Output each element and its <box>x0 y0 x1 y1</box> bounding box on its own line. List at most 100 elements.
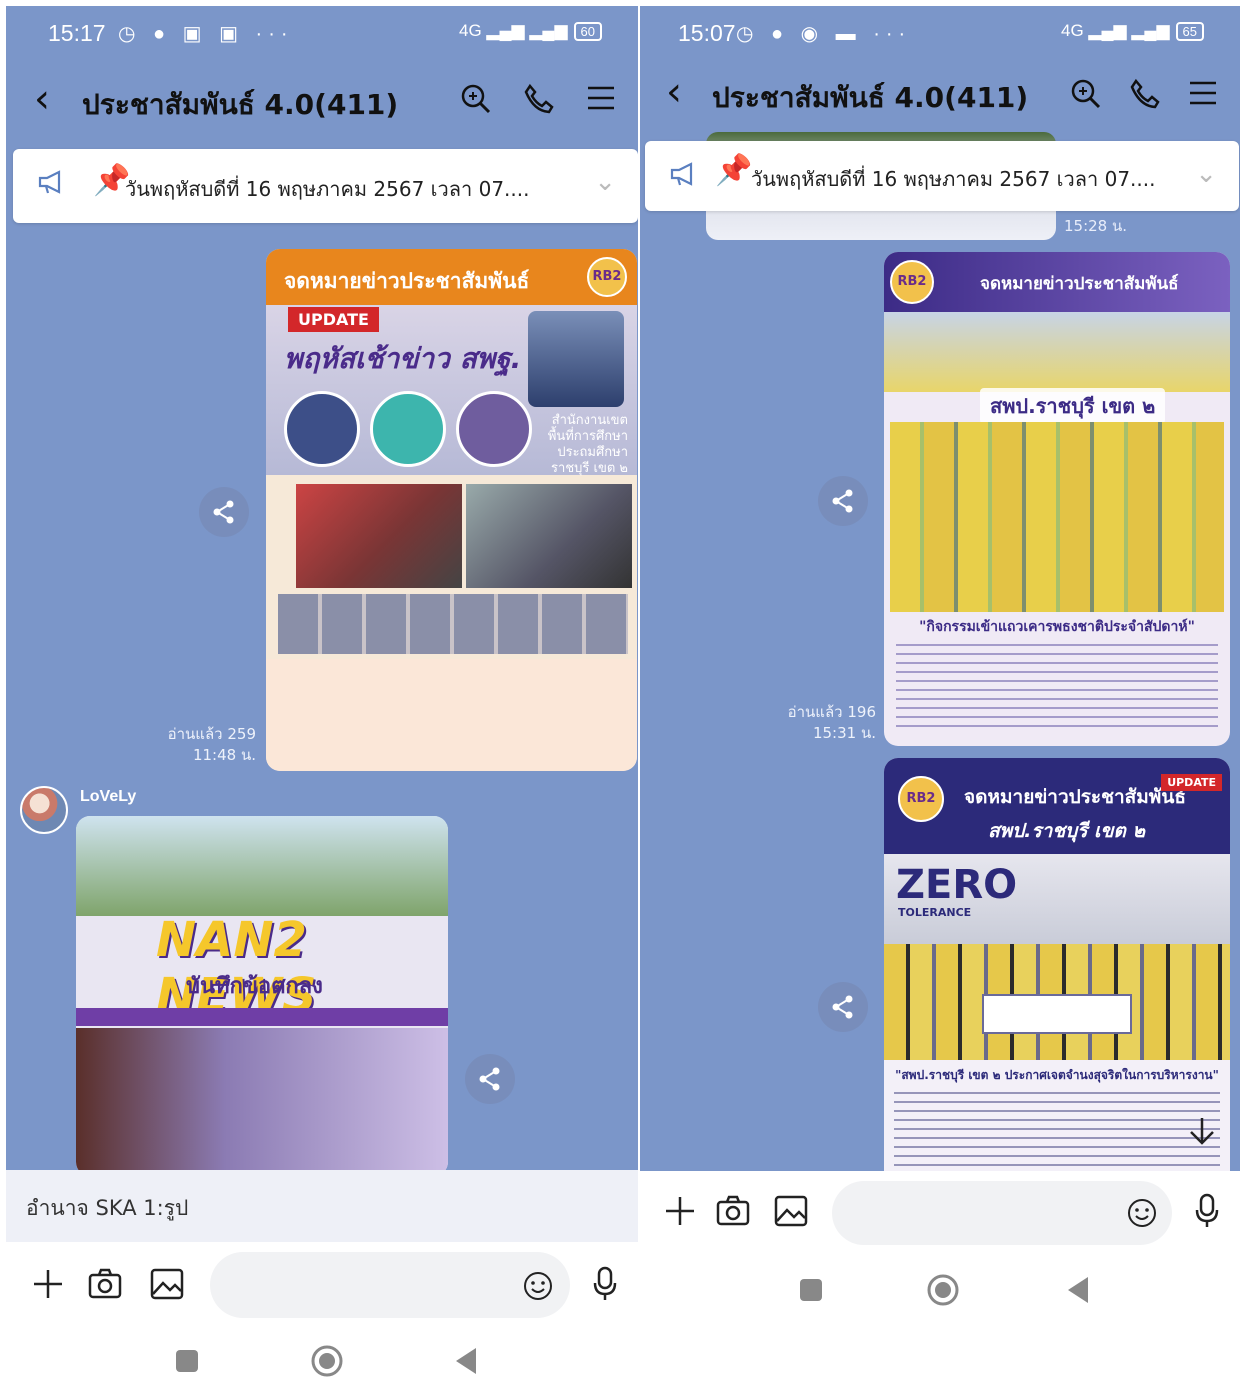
plus-icon[interactable] <box>664 1195 696 1232</box>
share-icon[interactable] <box>818 476 868 526</box>
news-image-card[interactable]: NAN2 NEWS บันทึกข้อตกลง <box>76 816 448 1176</box>
rb2-logo-icon: RB2 <box>898 776 944 822</box>
message-input-bar <box>640 1171 1240 1318</box>
message-input-bar <box>6 1242 638 1377</box>
megaphone-icon <box>37 169 67 202</box>
share-icon[interactable] <box>465 1054 515 1104</box>
share-icon[interactable] <box>199 487 249 537</box>
card-caption: "สพป.ราชบุรี เขต ๒ ประกาศเจตจำนงสุจริตใน… <box>895 1068 1219 1082</box>
message-time: 15:31 น. <box>812 724 876 742</box>
zero-logo: ZERO <box>896 862 1018 908</box>
card-heading: จดหมายข่าวประชาสัมพันธ์ <box>266 249 637 305</box>
status-time: 15:07 <box>678 20 736 46</box>
card-caption: "กิจกรรมเข้าแถวเคารพธงชาติประจำสัปดาห์" <box>919 619 1195 635</box>
pinned-announcement[interactable]: 📌 วันพฤหัสบดีที่ 16 พฤษภาคม 2567 เวลา 07… <box>13 149 638 223</box>
right-phone-screen: 15:07 ◷ ● ◉ ▬ ··· 4G ▂▄▆ ▂▄▆ 65 ‹ ประชาสั… <box>640 6 1240 1318</box>
chat-header: ‹ ประชาสัมพันธ์ 4.0(411) <box>640 58 1240 138</box>
home-icon[interactable] <box>310 1344 344 1377</box>
share-icon[interactable] <box>818 982 868 1032</box>
news-image-card[interactable]: RB2 จดหมายข่าวประชาสัมพันธ์ สพป.ราชบุรี … <box>884 252 1230 746</box>
office-name: สำนักงานเขตพื้นที่การศึกษาประถมศึกษาราชบ… <box>547 413 628 476</box>
signal-icon: 4G ▂▄▆ ▂▄▆ 60 <box>459 21 602 41</box>
tolerance-label: TOLERANCE <box>898 906 972 919</box>
back-nav-icon[interactable] <box>452 1346 478 1377</box>
card-heading: จดหมายข่าวประชาสัมพันธ์ <box>964 786 1186 808</box>
megaphone-icon <box>669 161 699 194</box>
update-badge: UPDATE <box>288 307 379 332</box>
card-heading: จดหมายข่าวประชาสัมพันธ์ <box>980 274 1179 294</box>
typing-indicator-bar: อำนาจ SKA 1:รูป <box>6 1170 638 1242</box>
meeting-photo <box>296 484 462 588</box>
sender-name: LoVeLy <box>80 788 137 805</box>
pin-icon: 📌 <box>715 153 753 188</box>
typing-indicator: อำนาจ SKA 1:รูป <box>26 1196 189 1220</box>
status-bar: 15:17 ◷ ● ▣ ▣ ··· 4G ▂▄▆ ▂▄▆ 60 <box>6 6 638 56</box>
building-photo <box>884 312 1230 392</box>
notification-icons: ◷ ● ▣ ▣ ··· <box>118 23 294 45</box>
message-input[interactable] <box>210 1252 570 1318</box>
person-photo <box>284 391 360 467</box>
person-photo <box>370 391 446 467</box>
message-time: 15:28 น. <box>1064 217 1128 235</box>
emoji-icon[interactable] <box>1126 1197 1158 1234</box>
read-receipt: อ่านแล้ว 259 11:48 น. <box>146 724 256 766</box>
rb2-logo-icon: RB2 <box>587 257 627 297</box>
card-headline: บันทึกข้อตกลง <box>186 974 323 999</box>
camera-icon[interactable] <box>88 1268 122 1305</box>
menu-icon[interactable] <box>1188 78 1218 114</box>
person-photo <box>456 391 532 467</box>
left-phone-screen: 15:17 ◷ ● ▣ ▣ ··· 4G ▂▄▆ ▂▄▆ 60 ‹ ประชาสั… <box>6 6 638 1377</box>
home-icon[interactable] <box>926 1273 960 1313</box>
read-count: อ่านแล้ว 196 <box>787 703 876 721</box>
search-icon[interactable] <box>1070 78 1102 116</box>
scroll-down-icon[interactable] <box>1188 1116 1216 1154</box>
chevron-down-icon[interactable]: ⌄ <box>1195 159 1217 189</box>
microphone-icon[interactable] <box>592 1266 618 1307</box>
pinned-announcement[interactable]: 📌 วันพฤหัสบดีที่ 16 พฤษภาคม 2567 เวลา 07… <box>645 141 1239 211</box>
chevron-down-icon[interactable]: ⌄ <box>594 167 616 197</box>
back-nav-icon[interactable] <box>1064 1275 1090 1311</box>
pinned-text: วันพฤหัสบดีที่ 16 พฤษภาคม 2567 เวลา 07..… <box>751 167 1156 191</box>
back-icon[interactable]: ‹ <box>666 72 682 112</box>
phone-icon[interactable] <box>1128 78 1160 116</box>
recent-apps-icon[interactable] <box>174 1348 200 1377</box>
recent-apps-icon[interactable] <box>798 1277 824 1309</box>
emoji-icon[interactable] <box>522 1270 554 1307</box>
video-conference-grid <box>278 594 628 654</box>
back-icon[interactable]: ‹ <box>34 79 50 119</box>
official-photo <box>528 311 624 407</box>
battery-icon: 65 <box>1175 22 1204 41</box>
battery-icon: 60 <box>573 22 602 41</box>
network-type: 4G <box>1061 21 1084 40</box>
microphone-icon[interactable] <box>1194 1193 1220 1234</box>
image-icon[interactable] <box>774 1195 808 1232</box>
avatar[interactable] <box>20 786 68 834</box>
scenery-photo <box>76 816 448 916</box>
banner <box>982 994 1132 1034</box>
notification-icons: ◷ ● ◉ ▬ ··· <box>736 23 912 45</box>
card-subtitle: พฤหัสเช้าข่าว สพฐ. <box>284 342 522 375</box>
phone-icon[interactable] <box>522 83 554 121</box>
search-icon[interactable] <box>460 83 492 121</box>
signal-icon: 4G ▂▄▆ ▂▄▆ 65 <box>1061 21 1204 41</box>
message-input[interactable] <box>832 1181 1172 1245</box>
message-time: 11:48 น. <box>192 746 256 764</box>
read-receipt: อ่านแล้ว 196 15:31 น. <box>764 702 876 744</box>
card-subtitle: สพป.ราชบุรี เขต ๒ <box>988 820 1146 842</box>
plus-icon[interactable] <box>32 1268 64 1305</box>
news-image-card[interactable]: RB2 จดหมายข่าวประชาสัมพันธ์ UPDATE สพป.ร… <box>884 758 1230 1172</box>
image-icon[interactable] <box>150 1268 184 1305</box>
screenshot-root: 15:17 ◷ ● ▣ ▣ ··· 4G ▂▄▆ ▂▄▆ 60 ‹ ประชาสั… <box>0 0 1242 1377</box>
pinned-text: วันพฤหัสบดีที่ 16 พฤษภาคม 2567 เวลา 07..… <box>125 177 530 201</box>
meeting-photo <box>466 484 632 588</box>
signing-photo <box>76 1028 448 1176</box>
network-type: 4G <box>459 21 482 40</box>
assembly-photo-collage <box>890 422 1224 612</box>
card-subtitle: สพป.ราชบุรี เขต ๒ <box>980 388 1166 424</box>
menu-icon[interactable] <box>586 83 616 119</box>
update-badge: UPDATE <box>1161 774 1222 791</box>
chat-title: ประชาสัมพันธ์ 4.0(411) <box>712 81 1029 114</box>
news-image-card[interactable]: จดหมายข่าวประชาสัมพันธ์ RB2 UPDATE พฤหัส… <box>266 249 637 771</box>
camera-icon[interactable] <box>716 1195 750 1232</box>
chat-title: ประชาสัมพันธ์ 4.0(411) <box>82 88 399 121</box>
